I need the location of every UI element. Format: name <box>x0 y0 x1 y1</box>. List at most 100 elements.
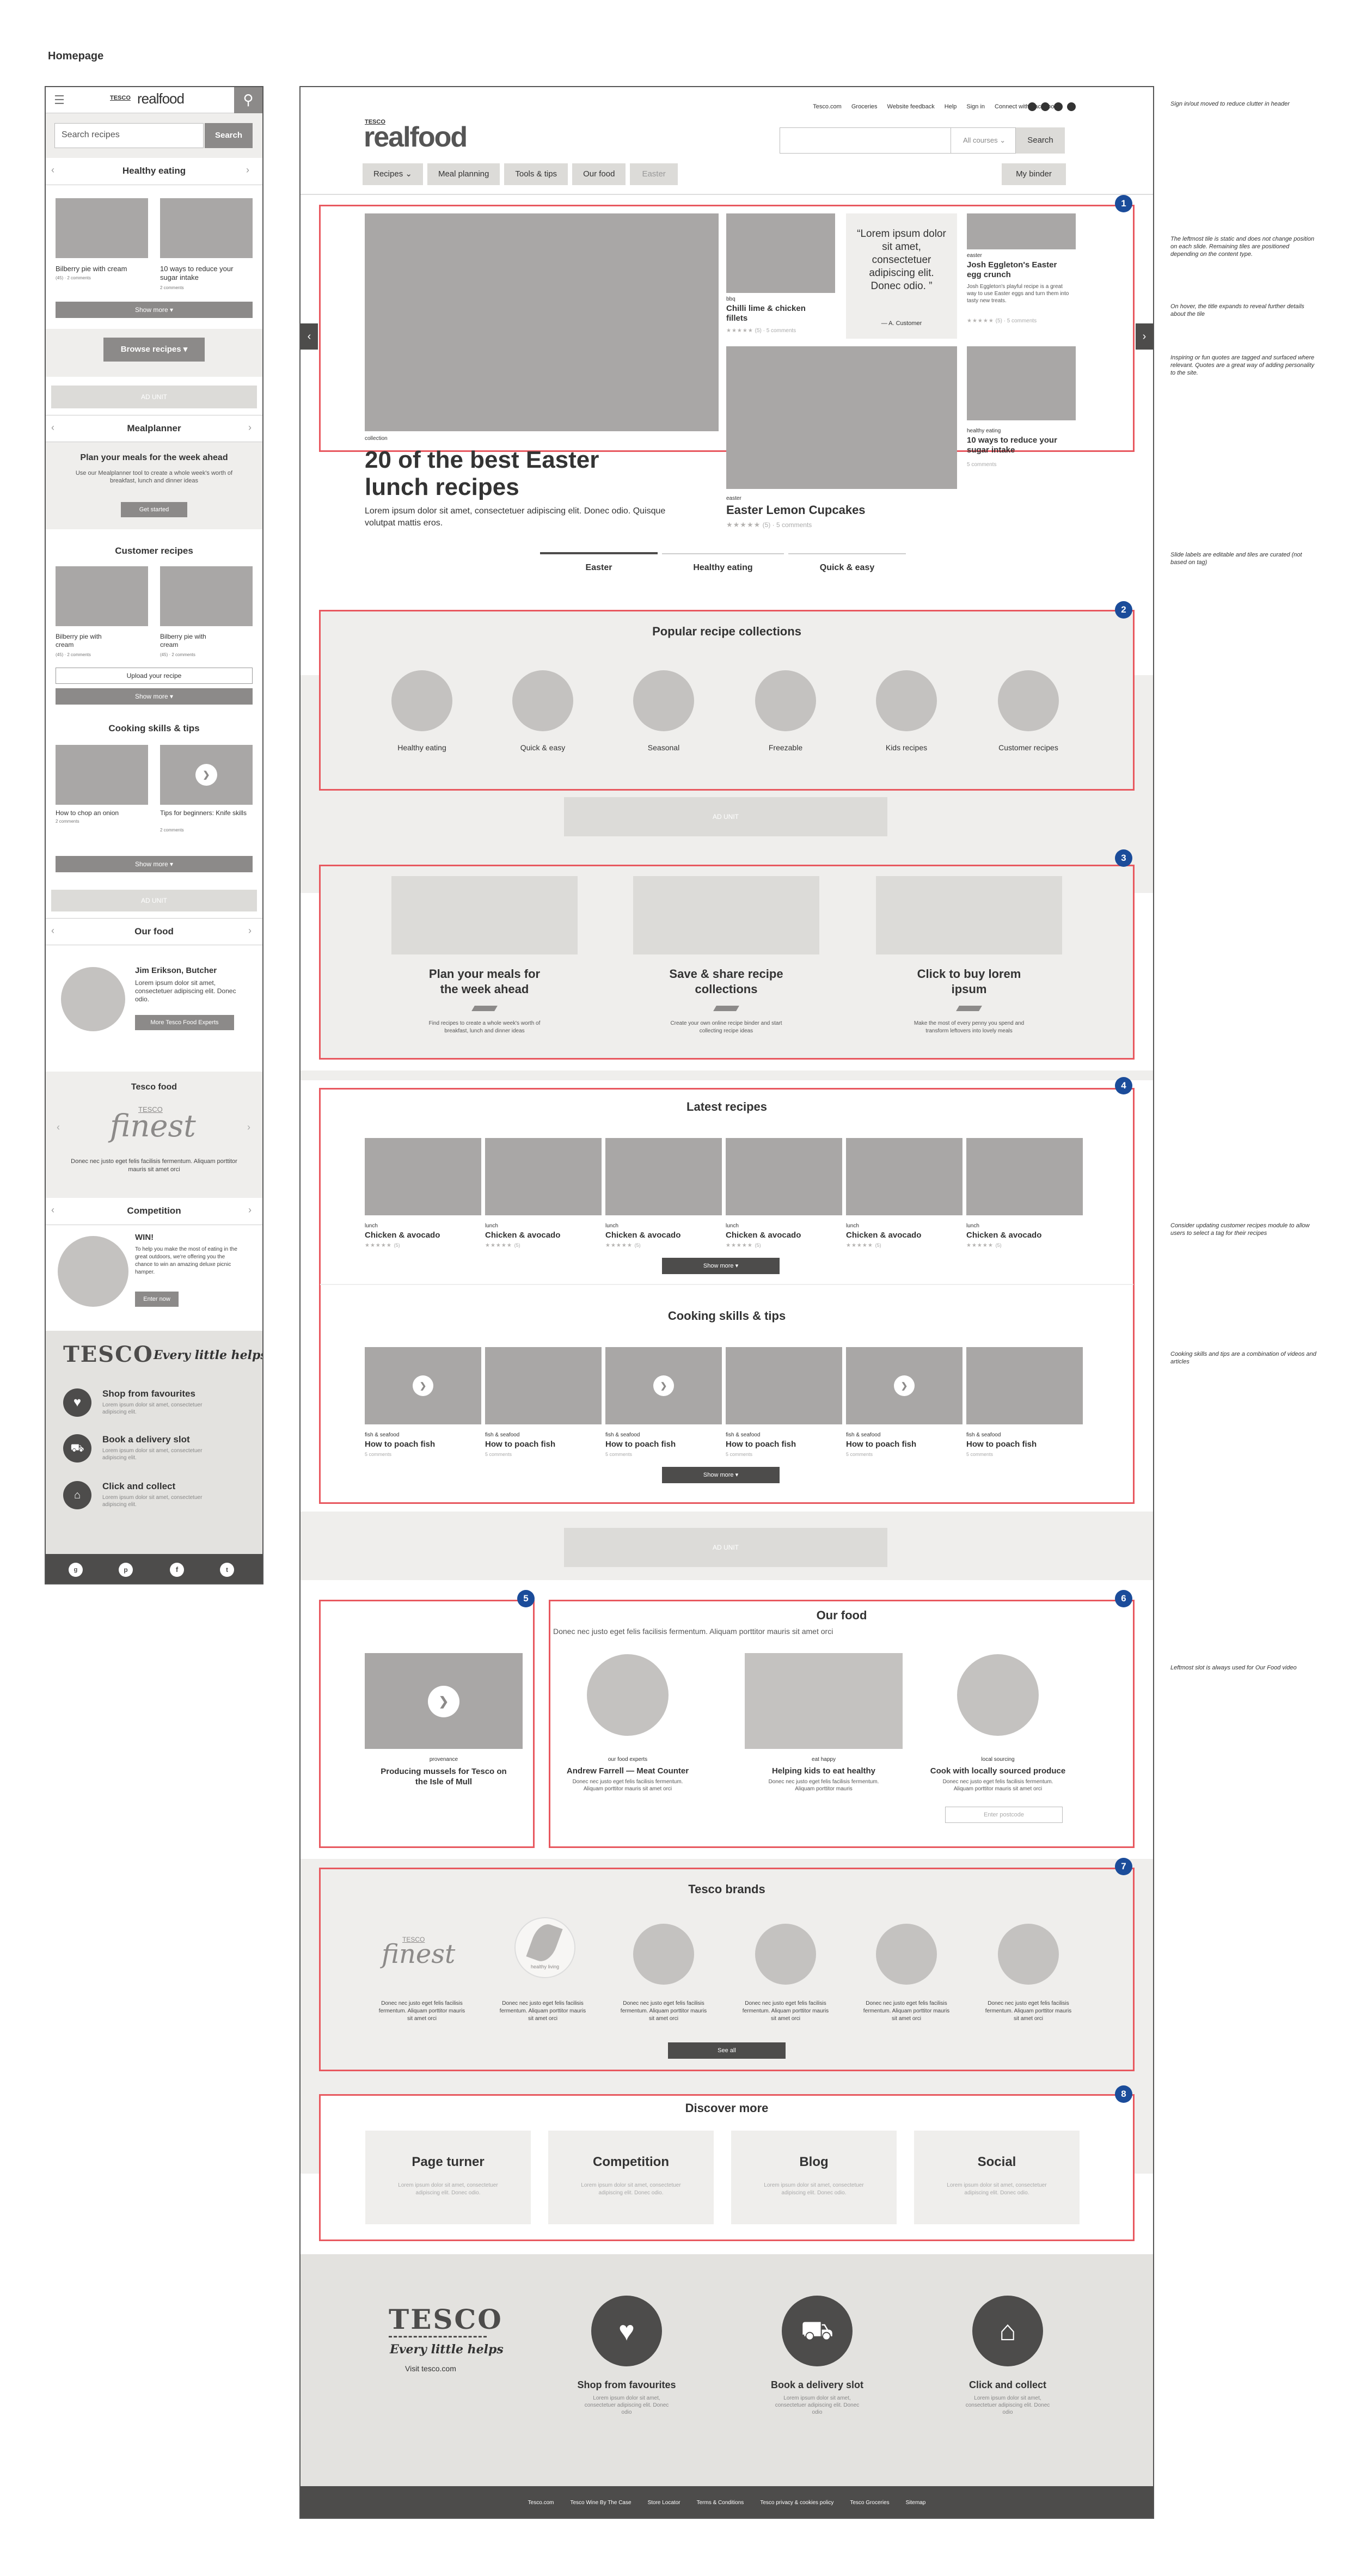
promo-image[interactable] <box>391 876 578 954</box>
top-link[interactable]: Website feedback <box>887 103 935 112</box>
recipe-tile-title[interactable]: How to poach fish <box>605 1440 676 1449</box>
expert-image[interactable] <box>745 1653 903 1749</box>
discover-card[interactable]: Page turner Lorem ipsum dolor sit amet, … <box>365 2131 531 2224</box>
facebook-icon[interactable]: f <box>170 1563 184 1577</box>
chevron-right-icon[interactable]: › <box>248 1204 252 1216</box>
slider-next-button[interactable]: › <box>1136 323 1153 350</box>
collection-label[interactable]: Kids recipes <box>863 743 950 752</box>
footer-link[interactable]: Tesco privacy & cookies policy <box>760 2500 833 2506</box>
service-title[interactable]: Click and collect <box>102 1481 175 1492</box>
service-title[interactable]: Book a delivery slot <box>102 1434 190 1445</box>
footer-service-title[interactable]: Shop from favourites <box>559 2379 695 2391</box>
customer-tile-image[interactable] <box>56 566 148 626</box>
postcode-input[interactable]: Enter postcode <box>945 1807 1063 1823</box>
collection-circle[interactable] <box>633 670 694 731</box>
recipe-tile-title[interactable]: Chicken & avocado <box>485 1231 560 1240</box>
hero-sugar-image[interactable] <box>967 346 1076 420</box>
heart-icon[interactable]: ♥ <box>63 1388 91 1417</box>
hero-cupcakes-title[interactable]: Easter Lemon Cupcakes <box>726 503 866 517</box>
recipe-tile-title[interactable]: How to poach fish <box>365 1440 435 1449</box>
recipe-tile-image[interactable] <box>485 1347 602 1424</box>
get-started-button[interactable]: Get started <box>121 502 187 517</box>
mobile-search-button[interactable]: Search <box>205 123 253 148</box>
google-plus-icon[interactable] <box>1028 102 1037 111</box>
play-icon[interactable]: ❯ <box>413 1375 433 1396</box>
recipe-tile-image[interactable] <box>605 1138 722 1215</box>
collection-circle[interactable] <box>755 670 816 731</box>
twitter-icon[interactable] <box>1067 102 1076 111</box>
realfood-logo[interactable]: realfood <box>364 121 468 154</box>
collection-circle[interactable] <box>391 670 452 731</box>
course-select[interactable]: All courses ⌄ <box>951 127 1016 154</box>
promo-title[interactable]: Plan your meals for the week ahead <box>419 966 550 997</box>
recipe-tile-image[interactable]: ❯ <box>365 1347 481 1424</box>
hero-bbq-title[interactable]: Chilli lime & chicken fillets <box>726 304 824 323</box>
recipe-tile-image[interactable] <box>365 1138 481 1215</box>
menu-icon[interactable]: ☰ <box>51 94 68 107</box>
customer-tile-title[interactable]: Bilberry pie with cream <box>56 633 121 649</box>
visit-tesco-link[interactable]: Visit tesco.com <box>405 2364 456 2373</box>
recipe-tile-title[interactable]: Chicken & avocado <box>605 1231 680 1240</box>
hero-easter-image[interactable] <box>967 213 1076 249</box>
recipe-tile-title[interactable]: How to poach fish <box>846 1440 916 1449</box>
collection-label[interactable]: Customer recipes <box>985 743 1072 752</box>
recipe-tile-title[interactable]: Chicken & avocado <box>726 1231 801 1240</box>
collection-label[interactable]: Healthy eating <box>378 743 465 752</box>
chevron-right-icon[interactable]: › <box>247 1122 250 1133</box>
service-title[interactable]: Shop from favourites <box>102 1388 195 1399</box>
play-icon[interactable]: ❯ <box>428 1686 459 1717</box>
brand-circle[interactable] <box>755 1924 816 1985</box>
chevron-left-icon[interactable]: ‹ <box>51 1204 54 1216</box>
see-all-button[interactable]: See all <box>668 2042 786 2059</box>
facebook-icon[interactable] <box>1054 102 1063 111</box>
van-icon[interactable]: ⛟ <box>782 2296 853 2366</box>
hero-main-image[interactable] <box>365 213 719 431</box>
recipe-tile-title[interactable]: Chicken & avocado <box>365 1231 440 1240</box>
mobile-tile-title[interactable]: Bilberry pie with cream <box>56 265 148 273</box>
hero-bbq-image[interactable] <box>726 213 835 293</box>
desktop-search-button[interactable]: Search <box>1016 127 1065 154</box>
footer-link[interactable]: Tesco Wine By The Case <box>570 2500 631 2506</box>
slider-prev-button[interactable]: ‹ <box>301 323 318 350</box>
customer-tile-image[interactable] <box>160 566 253 626</box>
hero-cupcakes-image[interactable] <box>726 346 957 489</box>
pinterest-icon[interactable]: p <box>119 1563 133 1577</box>
nav-easter[interactable]: Easter <box>630 163 678 185</box>
apple-icon[interactable]: ♥ <box>591 2296 662 2366</box>
promo-image[interactable] <box>633 876 819 954</box>
browse-recipes-button[interactable]: Browse recipes ▾ <box>103 338 205 362</box>
video-thumbnail[interactable]: ❯ <box>365 1653 523 1749</box>
customer-show-more-button[interactable]: Show more ▾ <box>56 688 253 705</box>
collection-label[interactable]: Quick & easy <box>499 743 586 752</box>
cooking-show-more-button[interactable]: Show more ▾ <box>56 856 253 872</box>
footer-link[interactable]: Tesco Groceries <box>850 2500 889 2506</box>
recipe-tile-title[interactable]: How to poach fish <box>966 1440 1037 1449</box>
chevron-left-icon[interactable]: ‹ <box>51 925 54 937</box>
desktop-search-input[interactable] <box>780 127 951 154</box>
pinterest-icon[interactable] <box>1041 102 1050 111</box>
hero-sugar-title[interactable]: 10 ways to reduce your sugar intake <box>967 436 1065 455</box>
chevron-right-icon[interactable]: › <box>246 164 258 179</box>
tab-healthy-eating[interactable]: Healthy eating <box>662 563 784 573</box>
chevron-right-icon[interactable]: › <box>248 422 252 433</box>
mobile-logo[interactable]: realfood <box>137 90 185 107</box>
recipe-tile-title[interactable]: Chicken & avocado <box>846 1231 921 1240</box>
discover-card[interactable]: Competition Lorem ipsum dolor sit amet, … <box>548 2131 714 2224</box>
recipe-tile-image[interactable] <box>485 1138 602 1215</box>
hero-easter-title[interactable]: Josh Eggleton's Easter egg crunch <box>967 260 1070 280</box>
collection-label[interactable]: Freezable <box>742 743 829 752</box>
footer-link[interactable]: Tesco.com <box>528 2500 554 2506</box>
chevron-right-icon[interactable]: › <box>248 925 252 937</box>
top-link[interactable]: Sign in <box>966 103 985 112</box>
customer-tile-title[interactable]: Bilberry pie with cream <box>160 633 225 649</box>
mobile-tile-image[interactable] <box>160 198 253 258</box>
recipe-tile-image[interactable] <box>966 1138 1083 1215</box>
mobile-tile-image[interactable] <box>56 198 148 258</box>
twitter-icon[interactable]: t <box>220 1563 234 1577</box>
expert-avatar[interactable] <box>957 1654 1039 1736</box>
top-link[interactable]: Help <box>945 103 957 112</box>
brand-circle[interactable] <box>998 1924 1059 1985</box>
promo-image[interactable] <box>876 876 1062 954</box>
top-link[interactable]: Groceries <box>851 103 878 112</box>
chevron-left-icon[interactable]: ‹ <box>51 164 63 179</box>
